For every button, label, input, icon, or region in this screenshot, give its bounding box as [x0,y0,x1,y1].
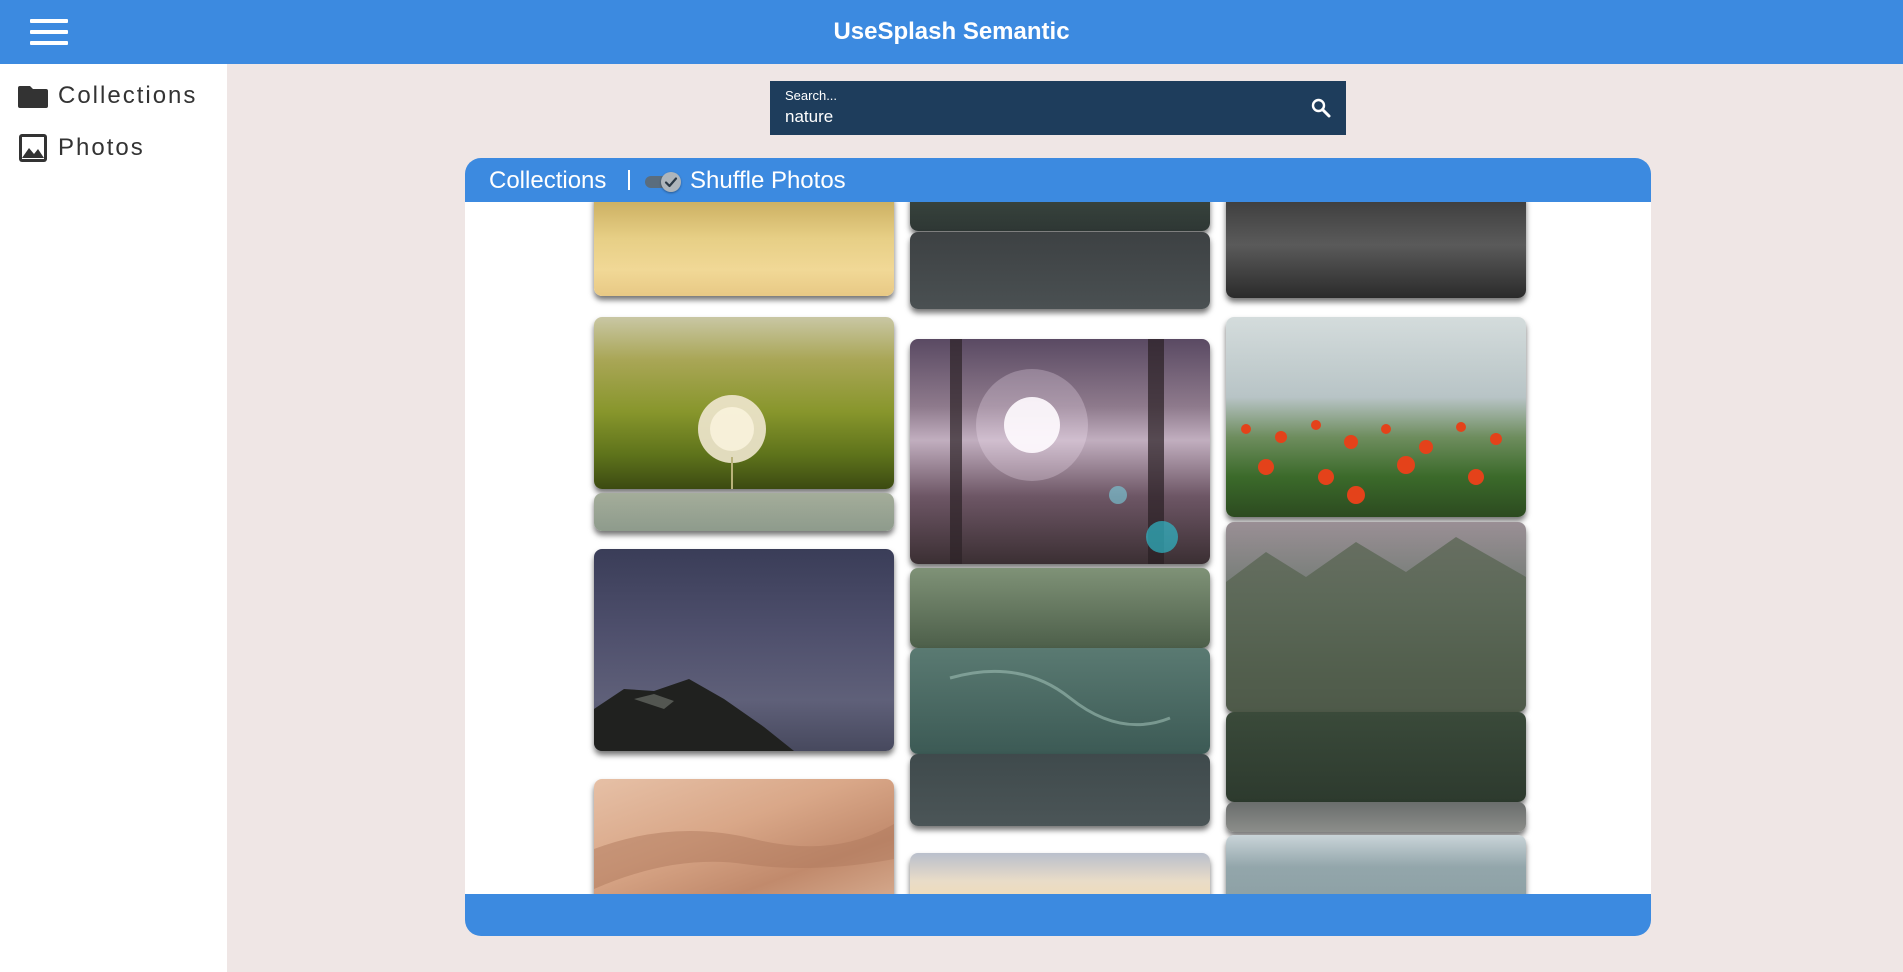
photo-image [1226,537,1526,712]
photo-image [594,824,894,889]
search-bar: Search... [770,81,1346,135]
shuffle-toggle[interactable] [645,170,685,192]
photo-image [698,395,766,489]
photo-card[interactable] [910,648,1210,754]
photo-card[interactable] [910,202,1210,231]
photo-card[interactable] [910,232,1210,309]
toggle-knob [661,172,681,192]
shuffle-label: Shuffle Photos [690,167,846,194]
photo-card[interactable] [594,779,894,894]
folder-icon [18,81,48,111]
sidebar-item-photos[interactable]: Photos [18,130,145,166]
sidebar: Collections Photos [0,64,227,972]
collections-panel: Collections Shuffle Photos [465,158,1651,936]
tab-collections[interactable]: Collections [489,167,606,195]
photo-image [949,669,1171,727]
photo-card[interactable] [594,549,894,751]
photo-card[interactable] [1226,712,1526,802]
check-icon [664,177,678,188]
photo-card[interactable] [1226,522,1526,712]
photo-card[interactable] [910,339,1210,564]
photo-card[interactable] [910,853,1210,894]
photo-card[interactable] [1226,317,1526,517]
photo-card[interactable] [1226,202,1526,298]
photo-image [1241,420,1502,504]
photo-image [950,339,1178,564]
search-placeholder-label: Search... [785,88,838,103]
search-input[interactable] [785,106,1265,128]
header-divider [628,170,630,190]
photo-card[interactable] [1226,835,1526,894]
sidebar-item-collections[interactable]: Collections [18,78,197,114]
photo-card[interactable] [594,317,894,489]
photo-card[interactable] [1226,802,1526,832]
sidebar-item-label: Photos [58,134,145,161]
photo-card[interactable] [594,493,894,531]
photo-card[interactable] [910,568,1210,648]
photo-card[interactable] [594,202,894,296]
app-bar: UseSplash Semantic [0,0,1903,64]
search-icon[interactable] [1310,97,1332,119]
app-title: UseSplash Semantic [833,18,1070,45]
panel-header: Collections Shuffle Photos [465,158,1651,202]
photo-grid [465,202,1651,894]
image-icon [18,133,48,163]
photo-image [594,679,794,751]
panel-footer [465,894,1651,936]
photo-card[interactable] [910,754,1210,826]
sidebar-item-label: Collections [58,82,198,109]
